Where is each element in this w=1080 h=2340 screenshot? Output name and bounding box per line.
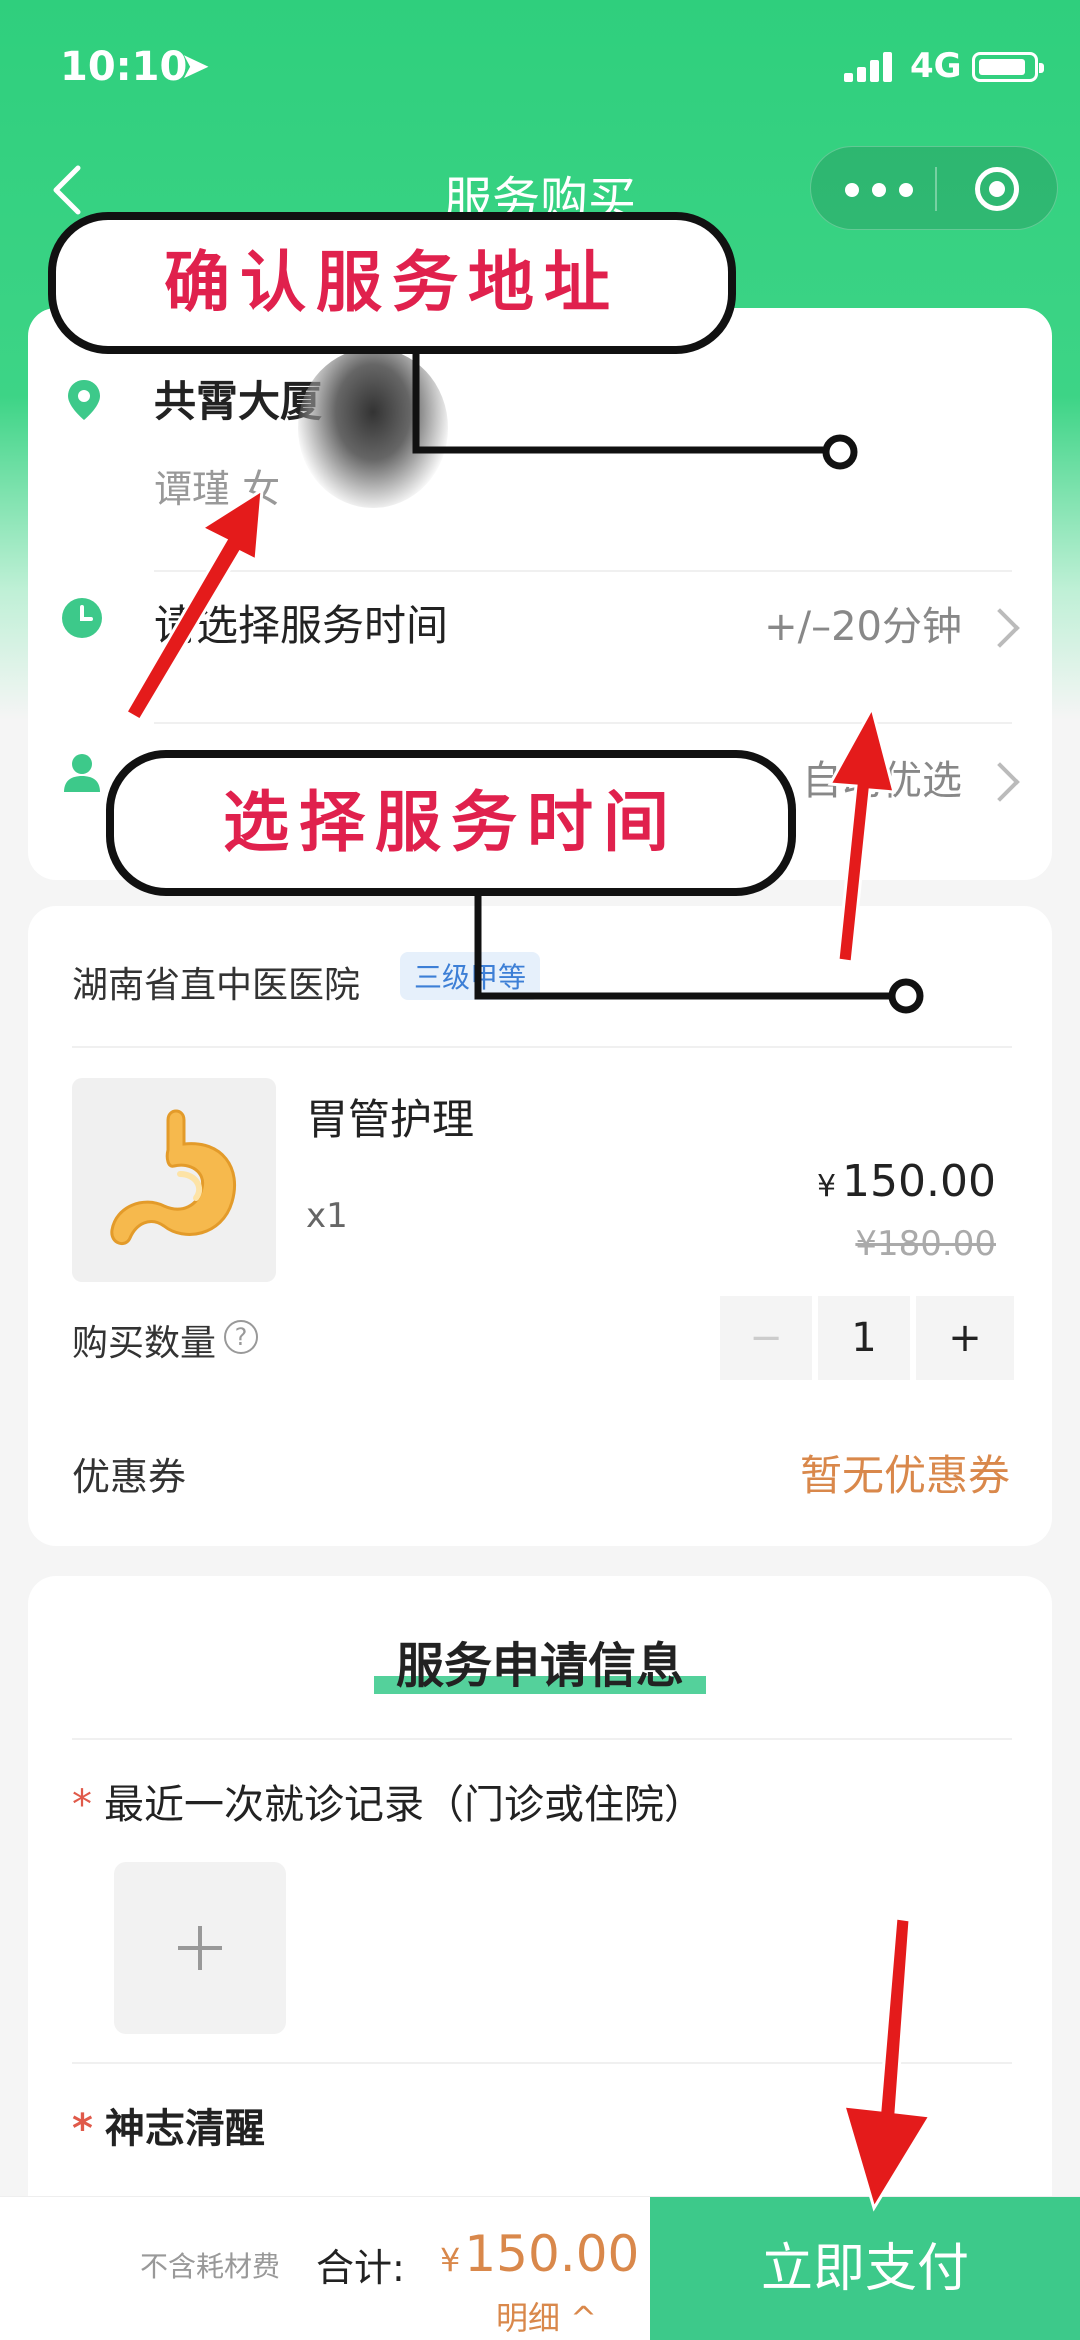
clock-icon: [62, 598, 102, 638]
product-name: 胃管护理: [306, 1095, 475, 1144]
help-icon[interactable]: ?: [224, 1320, 258, 1354]
address-name: 共霄大厦: [154, 377, 323, 426]
bottom-bar: 不含耗材费 合计: ¥150.00 明细 ^ 立即支付: [0, 2196, 1080, 2340]
quantity-stepper: − 1 +: [720, 1296, 1014, 1380]
section-title: 服务申请信息: [395, 1638, 684, 1694]
close-miniprogram-icon[interactable]: [975, 167, 1019, 211]
upload-button[interactable]: [114, 1862, 286, 2034]
address-person: 谭瑾 女: [154, 467, 281, 511]
increase-button[interactable]: +: [916, 1296, 1014, 1380]
battery-icon: [972, 52, 1044, 82]
total-label: 合计:: [316, 2246, 405, 2290]
more-icon[interactable]: [845, 183, 915, 197]
coupon-value: 暂无优惠券: [799, 1451, 1010, 1500]
total-price: ¥150.00: [440, 2225, 640, 2283]
hospital-level-badge: 三级甲等: [400, 952, 541, 1000]
pay-now-button[interactable]: 立即支付: [650, 2197, 1080, 2340]
original-price: ¥180.00: [855, 1224, 996, 1264]
price-detail-toggle[interactable]: 明细 ^: [496, 2293, 597, 2339]
status-time: 10:10: [60, 44, 188, 90]
location-pin-icon: [68, 380, 100, 420]
service-time-value: +/–20分钟: [764, 604, 962, 650]
location-arrow-icon: ➤: [180, 46, 211, 87]
quantity-value[interactable]: 1: [818, 1296, 910, 1380]
network-type: 4G: [910, 46, 962, 86]
product-price: ¥150.00: [816, 1156, 996, 1207]
consciousness-label: * 神志清醒: [72, 2106, 265, 2152]
product-card: 湖南省直中医医院 三级甲等 胃管护理 x1 ¥150.00 ¥180.00 购买…: [28, 906, 1052, 1546]
application-card: 服务申请信息 * 最近一次就诊记录（门诊或住院） * 神志清醒: [28, 1576, 1052, 2216]
service-time-label: 请选择服务时间: [154, 601, 449, 650]
signal-icon: [844, 52, 894, 82]
visit-record-label: * 最近一次就诊记录（门诊或住院）: [72, 1782, 704, 1828]
chevron-right-icon: [980, 762, 1020, 802]
quantity-label: 购买数量: [72, 1323, 217, 1364]
miniprogram-capsule: [810, 146, 1058, 230]
coupon-label: 优惠券: [72, 1455, 187, 1499]
annotation-choose-time: 选择服务时间: [106, 750, 796, 896]
product-quantity: x1: [306, 1196, 348, 1236]
stomach-icon: [72, 1078, 276, 1282]
status-bar: 10:10 ➤ 4G: [0, 0, 1080, 130]
annotation-confirm-address: 确认服务地址: [48, 212, 736, 354]
person-icon: [64, 754, 100, 792]
decrease-button[interactable]: −: [720, 1296, 812, 1380]
hospital-name: 湖南省直中医医院: [72, 965, 361, 1006]
chevron-right-icon: [980, 608, 1020, 648]
caregiver-value: 自动优选: [802, 758, 962, 804]
consumables-note: 不含耗材费: [140, 2250, 281, 2283]
redacted-area: [298, 348, 448, 508]
